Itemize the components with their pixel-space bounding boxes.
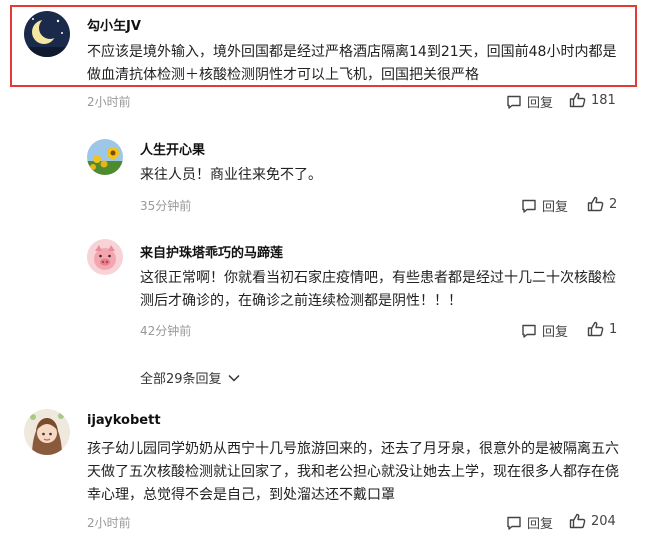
reply-label: 回复 <box>527 96 554 111</box>
reply-label: 回复 <box>527 517 554 532</box>
comment-text-line: 天做了五次核酸检测就让回家了，我和老公担心就没让她去上学，现在很多人都存在侥 <box>87 464 619 480</box>
like-button[interactable]: 181 <box>569 92 616 108</box>
thumbs-up-icon <box>587 321 604 337</box>
chevron-down-icon <box>228 374 240 382</box>
like-button[interactable]: 204 <box>569 513 616 529</box>
comment-time: 42分钟前 <box>140 324 192 338</box>
comment-icon <box>522 199 536 213</box>
comment-icon <box>507 516 521 530</box>
comment-text-line: 来往人员！商业往来免不了。 <box>140 167 322 183</box>
username[interactable]: ijaykobett <box>87 413 161 428</box>
comment-time: 2小时前 <box>87 95 131 109</box>
reply-label: 回复 <box>542 200 569 215</box>
username[interactable]: 勾小玍JV <box>87 15 141 34</box>
avatar-sunflower[interactable] <box>87 139 123 175</box>
reply-button[interactable]: 回复 <box>521 196 568 215</box>
reply-button[interactable]: 回复 <box>506 92 553 111</box>
comment-icon <box>507 95 521 109</box>
like-count: 181 <box>591 92 616 108</box>
like-count: 2 <box>609 196 618 212</box>
avatar-pig[interactable] <box>87 239 123 275</box>
like-button[interactable]: 2 <box>587 196 617 212</box>
comment-text-line: 做血清抗体检测＋核酸检测阴性才可以上飞机，回国把关很严格 <box>87 67 479 83</box>
thumbs-up-icon <box>587 196 604 212</box>
thumbs-up-icon <box>569 513 586 529</box>
like-button[interactable]: 1 <box>587 321 617 337</box>
comment-text-line: 这很正常啊！你就看当初石家庄疫情吧，有些患者都是经过十几二十次核酸检 <box>140 270 616 286</box>
like-count: 1 <box>609 321 618 337</box>
like-count: 204 <box>591 513 616 529</box>
avatar-girl[interactable] <box>24 409 70 455</box>
comment-time: 35分钟前 <box>140 199 192 213</box>
expand-replies-label: 全部29条回复 <box>140 372 222 387</box>
comment-text-line: 测后才确诊的，在确诊之前连续检测都是阴性！！！ <box>140 293 462 309</box>
comment-text-line: 不应该是境外输入，境外回国都是经过严格酒店隔离14到21天，回国前48小时内都是 <box>87 44 617 60</box>
username[interactable]: 人生开心果 <box>140 139 205 158</box>
thumbs-up-icon <box>569 92 586 108</box>
reply-button[interactable]: 回复 <box>506 513 553 532</box>
username[interactable]: 来自护珠塔乖巧的马蹄莲 <box>140 242 283 261</box>
expand-replies-button[interactable]: 全部29条回复 <box>140 368 240 387</box>
comment-text-line: 孩子幼儿园同学奶奶从西宁十几号旅游回来的，还去了月牙泉，很意外的是被隔离五六 <box>87 441 619 457</box>
comment-icon <box>522 324 536 338</box>
comment-time: 2小时前 <box>87 516 131 530</box>
avatar-moon[interactable] <box>24 11 70 57</box>
reply-label: 回复 <box>542 325 569 340</box>
reply-button[interactable]: 回复 <box>521 321 568 340</box>
comment-text-line: 幸心理，总觉得不会是自己，到处溜达还不戴口罩 <box>87 487 395 503</box>
